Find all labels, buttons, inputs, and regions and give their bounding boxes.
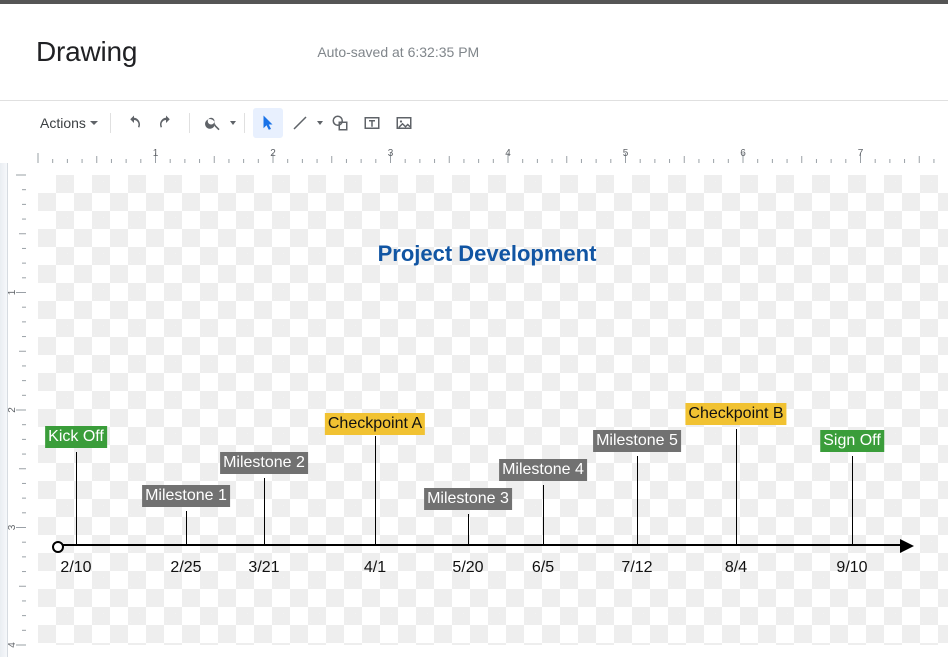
sheet-edge (0, 163, 8, 657)
timeline-date-label[interactable]: 4/1 (364, 559, 386, 577)
timeline-event-label[interactable]: Checkpoint A (325, 413, 425, 435)
dialog-title: Drawing (36, 36, 137, 68)
ruler-horizontal: 1 2 3 4 5 6 7 (26, 145, 948, 163)
shape-icon (330, 114, 350, 132)
zoom-button[interactable] (198, 108, 236, 138)
svg-text:1: 1 (8, 289, 18, 295)
textbox-tool-button[interactable] (357, 108, 387, 138)
drawing-title[interactable]: Project Development (26, 241, 948, 267)
timeline-date-label[interactable]: 8/4 (725, 559, 747, 577)
timeline-tick[interactable] (468, 514, 469, 544)
caret-down-icon (230, 121, 236, 125)
svg-text:2: 2 (8, 407, 18, 413)
undo-icon (125, 114, 143, 132)
timeline-date-label[interactable]: 2/10 (60, 559, 91, 577)
timeline-date-label[interactable]: 6/5 (532, 559, 554, 577)
svg-text:4: 4 (8, 642, 18, 648)
zoom-icon-wrap (198, 108, 228, 138)
timeline-event-label[interactable]: Milestone 5 (593, 430, 681, 452)
timeline-tick[interactable] (375, 436, 376, 544)
timeline-event-label[interactable]: Milestone 4 (499, 459, 587, 481)
dialog-header: Drawing Auto-saved at 6:32:35 PM (0, 4, 948, 101)
redo-icon (157, 114, 175, 132)
svg-text:1: 1 (153, 148, 159, 159)
line-icon-wrap (285, 108, 315, 138)
actions-label: Actions (40, 115, 86, 131)
line-icon (291, 114, 309, 132)
line-tool-button[interactable] (285, 108, 323, 138)
timeline-tick[interactable] (736, 429, 737, 544)
timeline-date-label[interactable]: 9/10 (836, 559, 867, 577)
image-tool-button[interactable] (389, 108, 419, 138)
timeline-event-label[interactable]: Kick Off (45, 426, 107, 448)
timeline-axis[interactable] (56, 544, 904, 546)
undo-button[interactable] (119, 108, 149, 138)
svg-text:2: 2 (270, 148, 276, 159)
toolbar: Actions (0, 101, 948, 145)
timeline-tick[interactable] (264, 478, 265, 544)
svg-text:3: 3 (8, 524, 18, 530)
timeline-date-label[interactable]: 5/20 (452, 559, 483, 577)
textbox-icon (363, 114, 381, 132)
toolbar-separator (189, 113, 190, 133)
toolbar-separator (110, 113, 111, 133)
timeline-tick[interactable] (637, 456, 638, 544)
timeline-date-label[interactable]: 3/21 (248, 559, 279, 577)
timeline-tick[interactable] (852, 456, 853, 544)
timeline-tick[interactable] (543, 485, 544, 544)
window-top-shadow (0, 0, 948, 4)
timeline-event-label[interactable]: Milestone 1 (142, 485, 230, 507)
caret-down-icon (317, 121, 323, 125)
shape-tool-button[interactable] (325, 108, 355, 138)
timeline-event-label[interactable]: Milestone 2 (220, 452, 308, 474)
timeline-event-label[interactable]: Milestone 3 (424, 488, 512, 510)
select-tool-button[interactable] (253, 108, 283, 138)
cursor-icon (259, 114, 277, 132)
ruler-vertical: 1 2 3 4 (8, 163, 26, 657)
drawing-canvas[interactable]: Project Development 2/10 2/25 3/21 4/1 5/20 6… (26, 163, 948, 657)
svg-text:5: 5 (623, 148, 629, 159)
redo-button[interactable] (151, 108, 181, 138)
svg-text:4: 4 (505, 148, 511, 159)
timeline-tick[interactable] (186, 511, 187, 544)
actions-menu-button[interactable]: Actions (34, 109, 102, 137)
timeline-event-label[interactable]: Sign Off (820, 430, 884, 452)
zoom-icon (204, 114, 222, 132)
svg-text:6: 6 (740, 148, 746, 159)
timeline-date-label[interactable]: 2/25 (170, 559, 201, 577)
autosave-status: Auto-saved at 6:32:35 PM (317, 44, 479, 60)
caret-down-icon (90, 121, 98, 125)
timeline-event-label[interactable]: Checkpoint B (685, 403, 786, 425)
svg-text:7: 7 (858, 148, 864, 159)
timeline-tick[interactable] (76, 452, 77, 544)
image-icon (395, 114, 413, 132)
toolbar-separator (244, 113, 245, 133)
svg-text:3: 3 (388, 148, 394, 159)
timeline-date-label[interactable]: 7/12 (621, 559, 652, 577)
